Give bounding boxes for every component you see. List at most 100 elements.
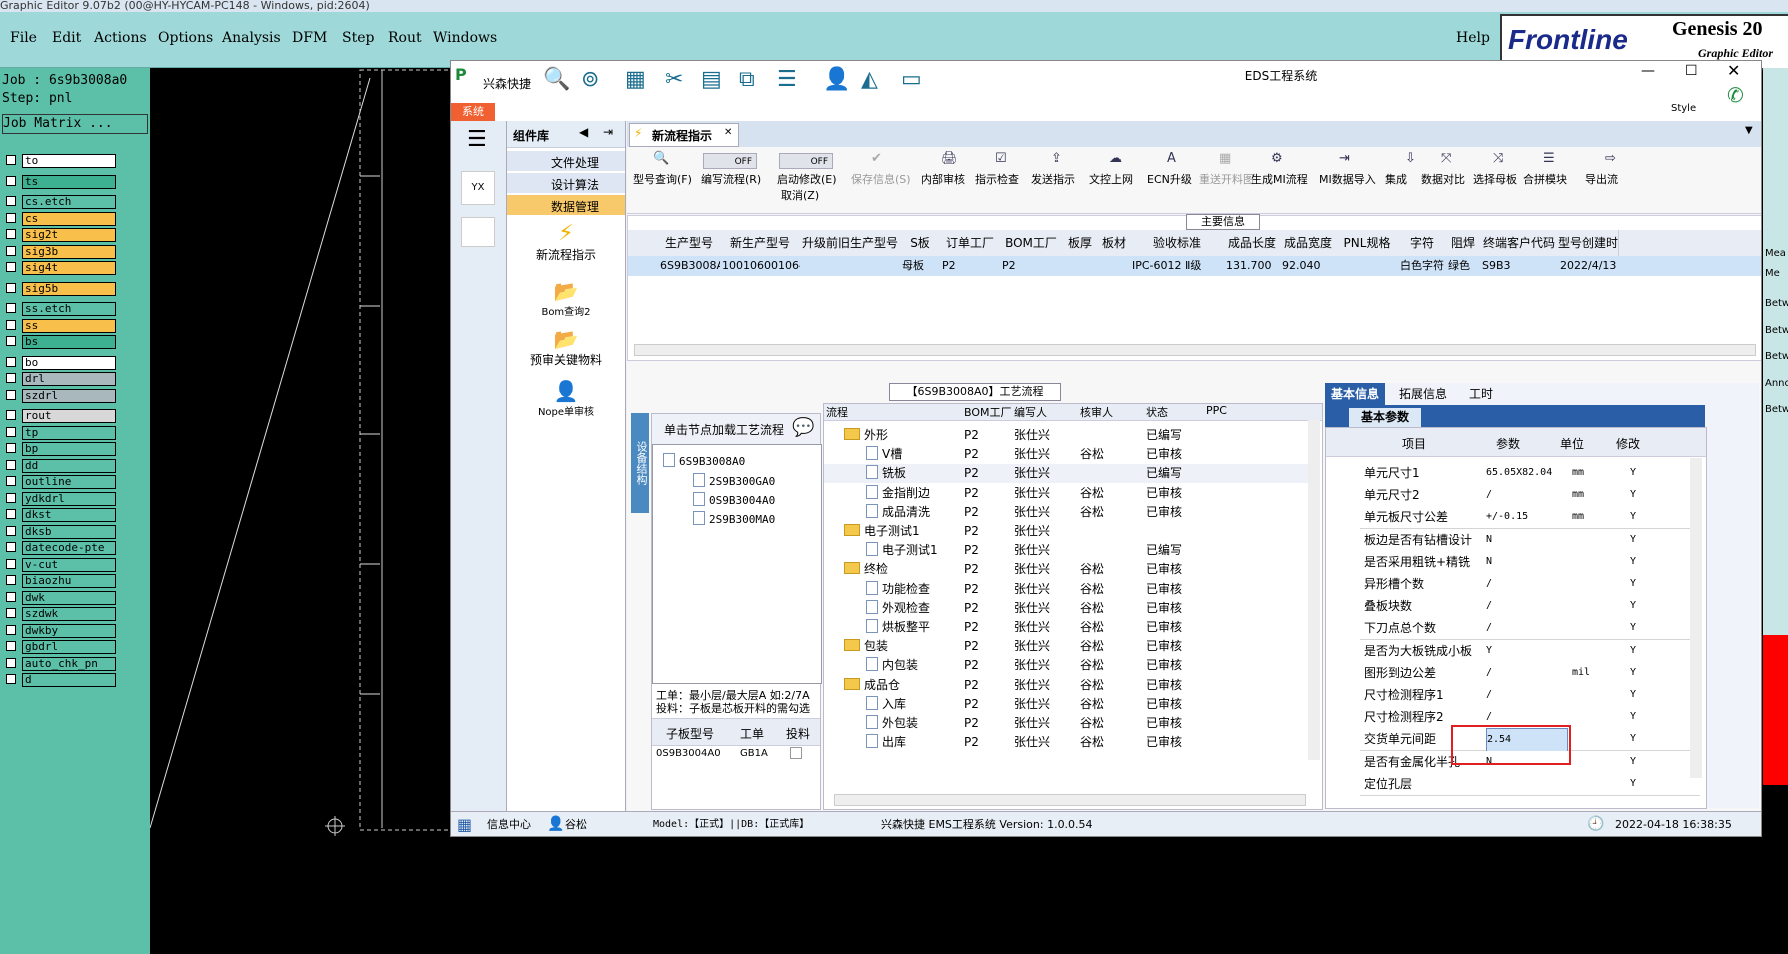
main-col-header[interactable]: 成品宽度 (1280, 230, 1337, 256)
layer-row[interactable]: tp (4, 425, 120, 440)
menu-rout[interactable]: Rout (388, 30, 422, 46)
prop-param-cell[interactable]: +/-0.15 (1486, 506, 1566, 528)
horizontal-scrollbar[interactable] (834, 794, 1306, 806)
ribbon-button[interactable]: ⇥ MI数据导入 (1319, 149, 1383, 209)
layer-checkbox[interactable] (6, 389, 16, 400)
layer-row[interactable]: ss (4, 318, 120, 333)
main-col-header[interactable]: S板 (900, 230, 941, 256)
ribbon-button[interactable]: ✔ 保存信息(S) (851, 149, 915, 209)
maximize-button[interactable]: ☐ (1685, 63, 1698, 79)
layer-checkbox[interactable] (6, 641, 16, 651)
lib-group-algorithm[interactable]: 设计算法 (507, 173, 625, 193)
prop-param-cell[interactable]: / (1486, 573, 1566, 595)
layer-checkbox[interactable] (6, 476, 16, 486)
layer-checkbox[interactable] (6, 674, 16, 684)
table-row[interactable]: 单元板尺寸公差 +/-0.15 mm Y (1360, 506, 1700, 530)
layer-checkbox[interactable] (6, 356, 16, 367)
style-menu[interactable]: Style (1671, 103, 1696, 114)
layer-row[interactable]: sig5b (4, 281, 120, 296)
tab-extended-info[interactable]: 拓展信息 (1391, 383, 1455, 405)
menu-windows[interactable]: Windows (433, 30, 497, 46)
main-col-header[interactable]: 升级前旧生产型号 (800, 230, 901, 256)
table-row[interactable]: 0S9B3004A0 GB1A (652, 746, 820, 762)
film-icon[interactable]: ▤ (701, 67, 722, 92)
layer-checkbox[interactable] (6, 443, 16, 453)
flow-col-header[interactable]: 核审人 (1080, 404, 1113, 420)
main-col-header[interactable]: 板厚 (1062, 230, 1099, 256)
layer-checkbox[interactable] (6, 591, 16, 602)
layer-row[interactable]: dwkby (4, 623, 120, 638)
layer-row[interactable]: auto_chk_pn (4, 656, 120, 671)
table-row[interactable]: 外包装 P2 张仕兴 谷松 已审核 (824, 714, 1314, 733)
table-row[interactable]: 成品清洗 P2 张仕兴 谷松 已审核 (824, 503, 1314, 522)
layer-checkbox[interactable] (6, 262, 16, 272)
table-row[interactable]: 板边是否有钻槽设计 N Y (1360, 528, 1700, 552)
tab-basic-info[interactable]: 基本信息 (1325, 383, 1385, 405)
feeding-checkbox[interactable] (790, 747, 802, 759)
layer-row[interactable]: dksb (4, 524, 120, 539)
prop-param-cell[interactable]: N (1486, 551, 1566, 573)
lib-group-data[interactable]: 数据管理 (507, 195, 625, 215)
layer-row[interactable]: drl (4, 372, 120, 386)
close-button[interactable]: ✕ (1727, 61, 1740, 80)
menu-edit[interactable]: Edit (52, 30, 81, 46)
table-row[interactable]: 烘板整平 P2 张仕兴 谷松 已审核 (824, 618, 1314, 637)
layer-row[interactable]: sig4t (4, 261, 120, 275)
chevron-down-icon[interactable]: ▼ (1745, 125, 1753, 136)
layer-row[interactable]: biaozhu (4, 574, 120, 588)
layer-row[interactable]: sig2t (4, 228, 120, 242)
toggle-switch[interactable]: OFF (703, 153, 757, 169)
layer-checkbox[interactable] (6, 575, 16, 585)
tree-node[interactable]: 2S9B300GA0 (693, 473, 775, 488)
flow-col-header[interactable]: PPC (1206, 404, 1227, 417)
prop-param-cell[interactable]: / (1486, 684, 1566, 706)
ribbon-button[interactable]: ⚙ 生成MI流程 (1251, 149, 1315, 209)
phone-icon[interactable]: ✆ (1727, 83, 1744, 107)
menu-file[interactable]: File (10, 30, 37, 46)
layer-checkbox[interactable] (6, 245, 16, 256)
close-icon[interactable]: ✕ (724, 127, 732, 138)
ribbon-button[interactable]: OFF 编写流程(R) (701, 149, 765, 209)
flow-col-header[interactable]: 状态 (1146, 404, 1168, 420)
table-row[interactable]: 定位孔层 Y (1360, 772, 1700, 796)
menu-actions[interactable]: Actions (94, 30, 147, 46)
flow-col-header[interactable]: 流程 (826, 404, 848, 420)
info-center-link[interactable]: 信息中心 (487, 812, 531, 836)
layer-row[interactable]: cs (4, 211, 120, 226)
layer-row[interactable]: v-cut (4, 557, 120, 572)
chat-bubble-icon[interactable]: 💬 (792, 417, 814, 438)
ribbon-button[interactable]: ⇪ 发送指示 (1031, 149, 1095, 209)
layer-row[interactable]: bo (4, 355, 120, 370)
layer-checkbox[interactable] (6, 542, 16, 552)
prop-param-cell[interactable]: / (1486, 617, 1566, 639)
layer-checkbox[interactable] (6, 336, 16, 346)
prop-param-cell[interactable]: / (1486, 484, 1566, 506)
table-row[interactable]: 电子测试1 P2 张仕兴 (824, 522, 1314, 541)
layer-checkbox[interactable] (6, 319, 16, 330)
layer-checkbox[interactable] (6, 196, 16, 206)
layer-checkbox[interactable] (6, 373, 16, 383)
tree-node-root[interactable]: 6S9B3008A0 (663, 453, 745, 468)
layer-row[interactable]: bs (4, 335, 120, 349)
layer-row[interactable]: sig3b (4, 244, 120, 259)
grid-icon[interactable]: ▦ (625, 67, 646, 92)
window-icon[interactable]: ▭ (901, 67, 922, 92)
ribbon-button[interactable]: ⇨ 导出流 (1585, 149, 1649, 209)
layer-row[interactable]: d (4, 673, 120, 687)
menu-help[interactable]: Help (1456, 30, 1490, 46)
layer-row[interactable]: outline (4, 475, 120, 489)
user-icon[interactable]: 👤 (823, 67, 850, 92)
grid-menu-icon[interactable]: ▦ (457, 812, 472, 836)
lib-item-nope[interactable]: 👤 Nope单审核 (507, 379, 625, 427)
prop-param-cell[interactable]: / (1486, 662, 1566, 684)
tab-work-hours[interactable]: 工时 (1461, 383, 1501, 405)
main-col-header[interactable]: BOM工厂 (1000, 230, 1063, 256)
lib-item-new-flow[interactable]: ⚡ 新流程指示 (507, 221, 625, 271)
tree-node[interactable]: 0S9B3004A0 (693, 492, 775, 507)
table-row[interactable]: 异形槽个数 / Y (1360, 573, 1700, 596)
table-row[interactable]: 外观检查 P2 张仕兴 谷松 已审核 (824, 599, 1314, 618)
vertical-scrollbar[interactable] (1308, 420, 1320, 760)
table-row[interactable]: 下刀点总个数 / Y (1360, 617, 1700, 641)
layer-checkbox[interactable] (6, 624, 16, 635)
system-tab[interactable]: 系统 (451, 103, 495, 121)
